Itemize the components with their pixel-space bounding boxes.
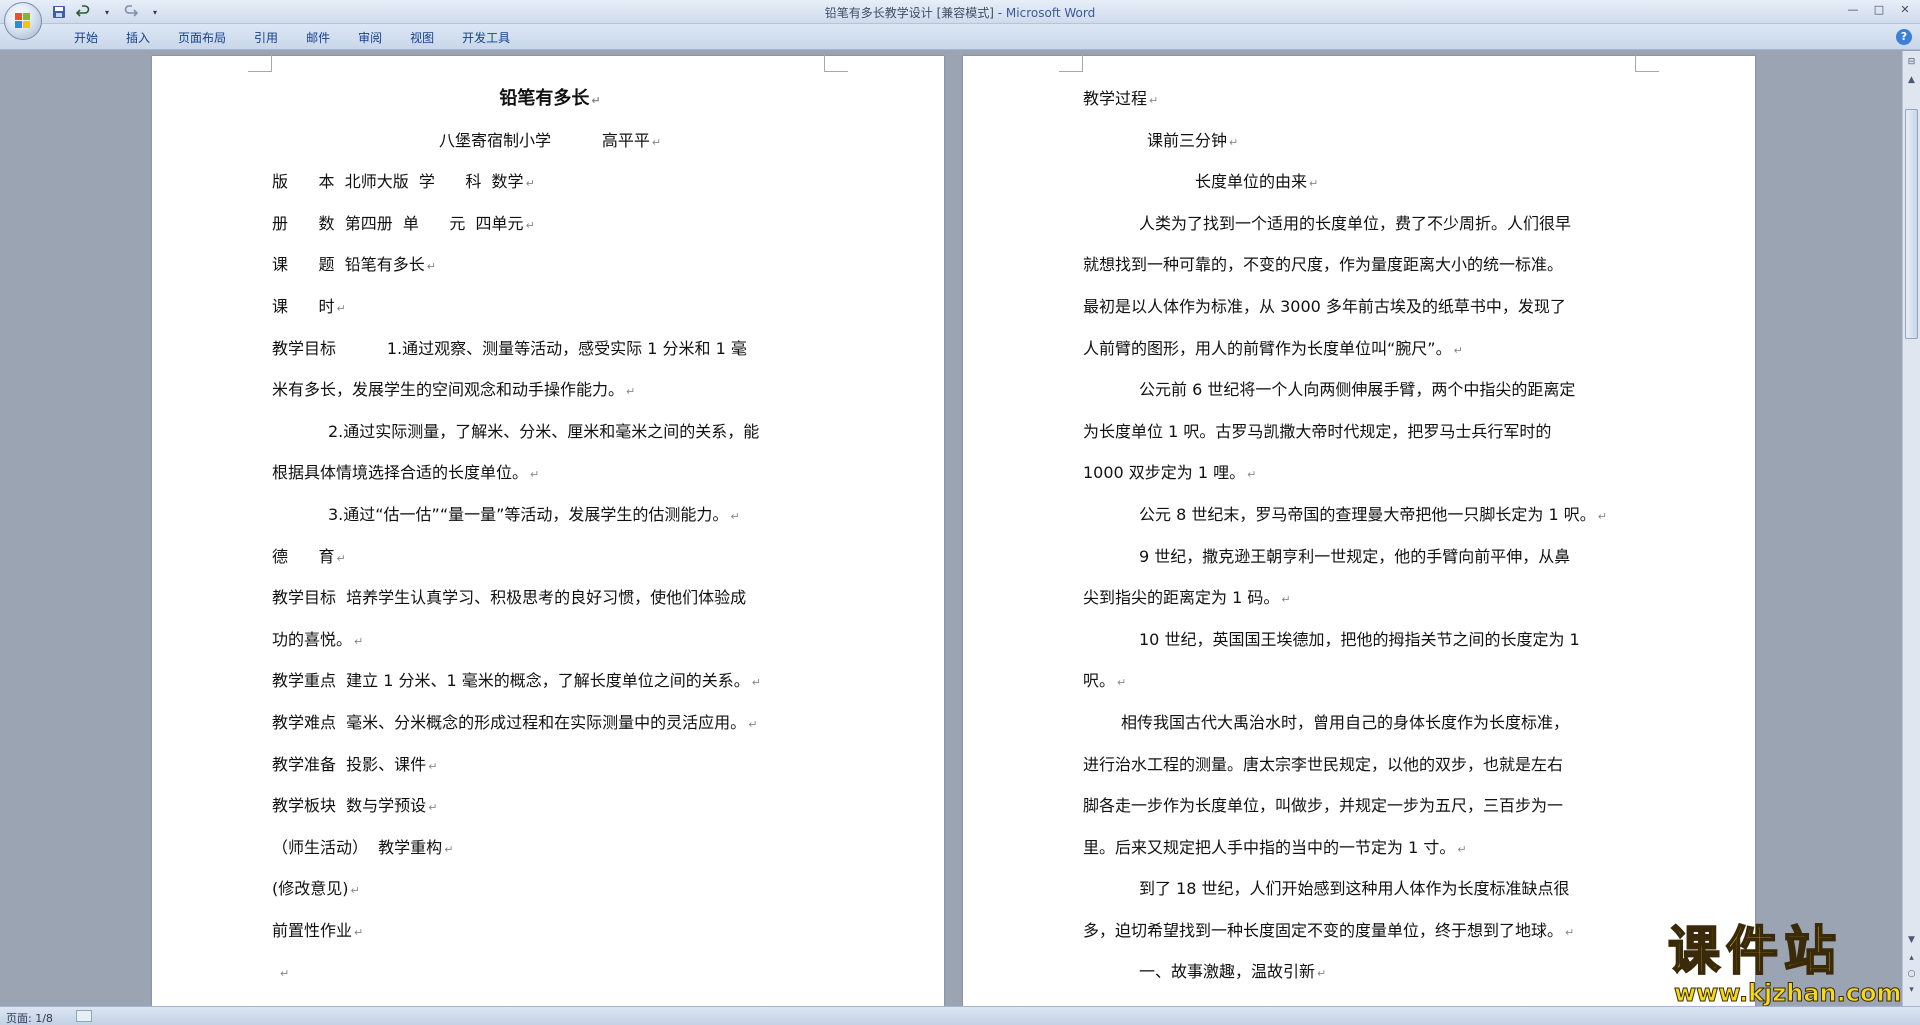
tab-review[interactable]: 审阅 <box>344 29 396 47</box>
paragraph: 2.通过实际测量，了解米、分米、厘米和毫米之间的关系，能 <box>328 421 760 441</box>
paragraph: 长度单位的由来 ↵ <box>1195 172 1319 192</box>
paragraph: 人前臂的图形，用人的前臂作为长度单位叫“腕尺”。 ↵ <box>1083 338 1463 358</box>
paragraph: 版 本 北师大版 学 科 数学 ↵ <box>272 172 535 192</box>
paragraph: 10 世纪，英国国王埃德加，把他的拇指关节之间的长度定为 1 <box>1139 629 1580 649</box>
paragraph: 根据具体情境选择合适的长度单位。 ↵ <box>272 463 540 483</box>
paragraph: 教学准备 投影、课件 ↵ <box>272 754 438 774</box>
document-page-2: 教学过程 ↵ 课前三分钟 ↵ 长度单位的由来 ↵ 人类为了找到一个适用的长度单位，费了… <box>963 54 1755 1006</box>
paragraph: 1000 双步定为 1 哩。 ↵ <box>1083 463 1257 483</box>
app-name: Microsoft Word <box>1005 6 1096 20</box>
empty-paragraph: ↵ <box>280 967 290 981</box>
tab-insert[interactable]: 插入 <box>112 29 164 47</box>
status-bar: 页面: 1/8 <box>0 1006 1920 1025</box>
paragraph: 多，迫切希望找到一种长度固定不变的度量单位，终于想到了地球。 ↵ <box>1083 920 1575 940</box>
office-logo-icon <box>15 13 31 29</box>
select-browse-object-icon[interactable]: ○ <box>1905 967 1918 981</box>
paragraph: 就想找到一种可靠的，不变的尺度，作为量度距离大小的统一标准。 <box>1083 255 1564 275</box>
paragraph: 最初是以人体作为标准，从 3000 多年前古埃及的纸草书中，发现了 <box>1083 296 1566 316</box>
help-icon[interactable]: ? <box>1896 29 1912 45</box>
previous-page-icon[interactable]: ▴ <box>1905 951 1918 965</box>
paragraph: 进行治水工程的测量。唐太宗李世民规定，以他的双步，也就是左右 <box>1083 754 1564 774</box>
paragraph: (修改意见) ↵ <box>272 879 360 899</box>
paragraph: 里。后来又规定把人手中指的当中的一节定为 1 寸。 ↵ <box>1083 837 1467 857</box>
site-watermark-logo: 课件站 www.kjzhan.com <box>1667 922 1904 1008</box>
paragraph: 米有多长，发展学生的空间观念和动手操作能力。 ↵ <box>272 380 636 400</box>
office-button[interactable] <box>4 2 42 40</box>
margin-corner-mark <box>824 54 848 72</box>
paragraph: 前置性作业 ↵ <box>272 920 364 940</box>
tab-mailings[interactable]: 邮件 <box>292 29 344 47</box>
document-workspace: 铅笔有多长 ↵ 八堡寄宿制小学 高平平 ↵ 版 本 北师大版 学 科 数学 ↵ 册 数… <box>0 51 1902 1006</box>
paragraph: 9 世纪，撒克逊王朝亨利一世规定，他的手臂向前平伸，从鼻 <box>1139 546 1571 566</box>
ribbon: 开始 插入 页面布局 引用 邮件 审阅 视图 开发工具 ? <box>0 24 1920 50</box>
tab-view[interactable]: 视图 <box>396 29 448 47</box>
paragraph: （师生活动） 教学重构 ↵ <box>272 837 454 857</box>
tab-page-layout[interactable]: 页面布局 <box>164 29 240 47</box>
window-controls: — □ ✕ <box>1844 2 1914 18</box>
paragraph: 教学板块 数与学预设 ↵ <box>272 796 438 816</box>
window-title: 铅笔有多长教学设计 [兼容模式] - Microsoft Word <box>0 4 1920 21</box>
paragraph: 为长度单位 1 呎。古罗马凯撒大帝时代规定，把罗马士兵行军时的 <box>1083 421 1552 441</box>
paragraph: 相传我国古代大禹治水时，曾用自己的身体长度作为长度标准， <box>1121 712 1570 732</box>
watermark-url: www.kjzhan.com <box>1674 979 1902 1007</box>
paragraph: 教学难点 毫米、分米概念的形成过程和在实际测量中的灵活应用。 ↵ <box>272 712 758 732</box>
document-title: 铅笔有多长 ↵ <box>499 88 601 109</box>
paragraph: 德 育 ↵ <box>272 546 346 566</box>
page-number-status[interactable]: 页面: 1/8 <box>6 1010 53 1025</box>
margin-corner-mark <box>1635 54 1659 72</box>
paragraph: 教学目标 1.通过观察、测量等活动，感受实际 1 分米和 1 毫 <box>272 338 747 358</box>
scroll-down-icon[interactable]: ▼ <box>1905 933 1918 947</box>
title-bar: ▾ ▾ 铅笔有多长教学设计 [兼容模式] - Microsoft Word — … <box>0 0 1920 24</box>
paragraph: 教学目标 培养学生认真学习、积极思考的良好习惯，使他们体验成 <box>272 588 747 608</box>
paragraph: 呎。 ↵ <box>1083 671 1127 691</box>
paragraph: 脚各走一步作为长度单位，叫做步，并规定一步为五尺，三百步为一 <box>1083 796 1564 816</box>
margin-corner-mark <box>248 54 272 72</box>
author-line: 八堡寄宿制小学 高平平 ↵ <box>438 130 662 150</box>
tab-references[interactable]: 引用 <box>240 29 292 47</box>
paragraph: 尖到指尖的距离定为 1 码。 ↵ <box>1083 588 1291 608</box>
paragraph: 课 题 铅笔有多长 ↵ <box>272 255 436 275</box>
tab-home[interactable]: 开始 <box>60 29 112 47</box>
paragraph: 课 时 ↵ <box>272 296 346 316</box>
paragraph: 到了 18 世纪，人们开始感到这种用人体作为长度标准缺点很 <box>1139 879 1570 899</box>
paragraph: 人类为了找到一个适用的长度单位，费了不少周折。人们很早 <box>1139 213 1572 233</box>
document-name: 铅笔有多长教学设计 [兼容模式] - <box>824 6 1006 20</box>
paragraph: 教学过程 ↵ <box>1083 89 1159 108</box>
paragraph: 册 数 第四册 单 元 四单元 ↵ <box>272 213 535 233</box>
watermark-title: 课件站 <box>1667 922 1843 982</box>
vertical-scrollbar[interactable]: ⊟ ▲ ▼ ▴ ○ ▾ <box>1902 51 1920 1006</box>
paragraph: 功的喜悦。 ↵ <box>272 629 364 649</box>
minimize-icon[interactable]: — <box>1844 2 1862 18</box>
ruler-toggle-icon[interactable]: ⊟ <box>1905 55 1918 69</box>
paragraph: 课前三分钟 ↵ <box>1147 130 1239 150</box>
page-1-text[interactable]: 铅笔有多长 ↵ 八堡寄宿制小学 高平平 ↵ 版 本 北师大版 学 科 数学 ↵ 册 数… <box>272 78 828 993</box>
proofing-status-icon[interactable] <box>76 1010 92 1022</box>
paragraph: 3.通过“估一估”“量一量”等活动，发展学生的估测能力。 ↵ <box>328 504 740 524</box>
margin-corner-mark <box>1059 54 1083 72</box>
close-icon[interactable]: ✕ <box>1896 2 1914 18</box>
document-page-1: 铅笔有多长 ↵ 八堡寄宿制小学 高平平 ↵ 版 本 北师大版 学 科 数学 ↵ 册 数… <box>152 54 944 1006</box>
next-page-icon[interactable]: ▾ <box>1905 983 1918 997</box>
paragraph: 公元前 6 世纪将一个人向两侧伸展手臂，两个中指尖的距离定 <box>1139 380 1576 400</box>
page-2-text[interactable]: 教学过程 ↵ 课前三分钟 ↵ 长度单位的由来 ↵ 人类为了找到一个适用的长度单位，费了… <box>1083 78 1639 993</box>
paragraph: 教学重点 建立 1 分米、1 毫米的概念，了解长度单位之间的关系。 ↵ <box>272 671 762 691</box>
scrollbar-thumb[interactable] <box>1905 109 1918 339</box>
ribbon-tabs: 开始 插入 页面布局 引用 邮件 审阅 视图 开发工具 <box>60 29 524 47</box>
paragraph: 一、故事激趣，温故引新 ↵ <box>1139 962 1327 982</box>
scroll-up-icon[interactable]: ▲ <box>1905 73 1918 87</box>
tab-developer[interactable]: 开发工具 <box>448 29 524 47</box>
maximize-icon[interactable]: □ <box>1870 2 1888 18</box>
paragraph: 公元 8 世纪末，罗马帝国的查理曼大帝把他一只脚长定为 1 呎。 ↵ <box>1139 504 1607 524</box>
